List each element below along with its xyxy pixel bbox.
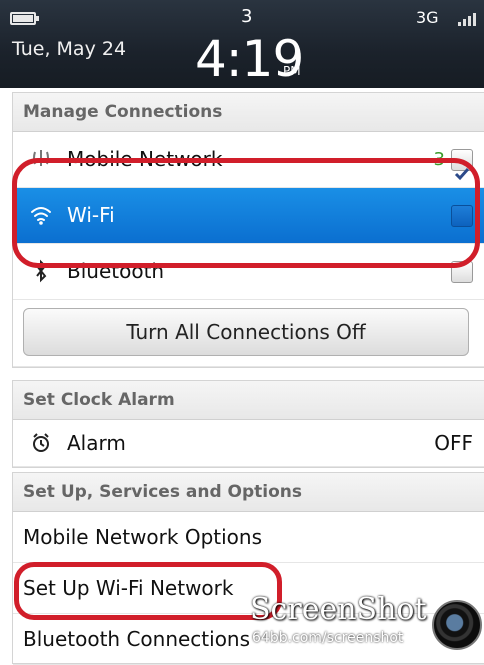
wifi-annotation-circle bbox=[12, 158, 480, 268]
manage-connections-header: Manage Connections bbox=[13, 93, 484, 132]
clock-time[interactable]: 4:19 bbox=[195, 30, 304, 88]
watermark-title: ScreenShot bbox=[250, 592, 427, 627]
notification-count[interactable]: 3 bbox=[241, 6, 252, 27]
set-clock-alarm-section: Set Clock Alarm Alarm OFF bbox=[12, 380, 484, 468]
alarm-label: Alarm bbox=[67, 431, 126, 455]
setup-wifi-annotation-circle bbox=[14, 562, 282, 620]
battery-icon bbox=[10, 12, 39, 25]
alarm-value: OFF bbox=[434, 431, 473, 455]
camera-lens-icon bbox=[432, 600, 482, 650]
network-type: 3G bbox=[416, 8, 439, 27]
setup-services-header: Set Up, Services and Options bbox=[13, 473, 484, 512]
status-bar: 3 Tue, May 24 4:19 PM 3G bbox=[0, 0, 484, 88]
watermark-site: 64bb.com/screenshot bbox=[252, 630, 404, 646]
turn-all-connections-off-button[interactable]: Turn All Connections Off bbox=[23, 308, 469, 356]
mobile-network-options-item[interactable]: Mobile Network Options bbox=[13, 512, 484, 563]
turn-off-button-wrap: Turn All Connections Off bbox=[13, 300, 484, 367]
date-label: Tue, May 24 bbox=[12, 38, 127, 60]
signal-strength-icon bbox=[458, 10, 482, 26]
clock-ampm: PM bbox=[283, 64, 301, 78]
set-clock-alarm-header: Set Clock Alarm bbox=[13, 381, 484, 420]
alarm-row[interactable]: Alarm OFF bbox=[13, 420, 484, 467]
